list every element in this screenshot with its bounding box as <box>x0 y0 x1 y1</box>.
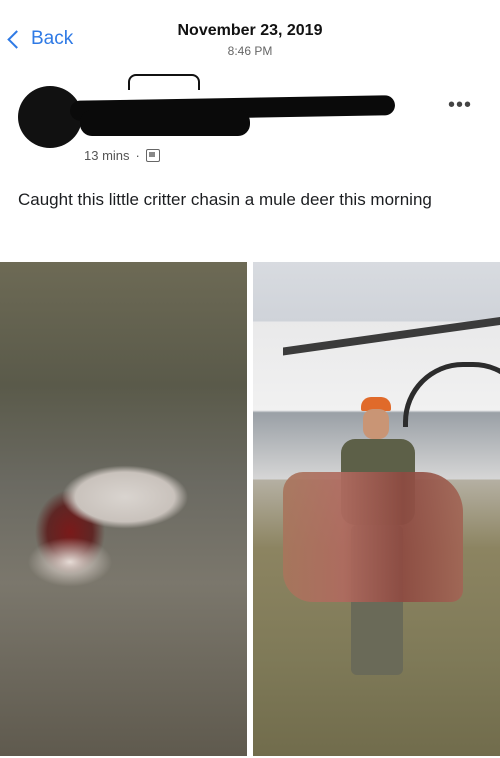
post-caption: Caught this little critter chasin a mule… <box>18 190 432 209</box>
more-options-icon[interactable]: ••• <box>448 94 472 117</box>
redaction-scribble <box>128 74 200 90</box>
privacy-icon[interactable] <box>145 149 160 162</box>
photo-right[interactable] <box>253 262 500 756</box>
author-name-redacted-extra <box>80 110 250 136</box>
screenshot-time: 8:46 PM <box>227 44 273 58</box>
post-timestamp[interactable]: 13 mins <box>84 148 130 163</box>
top-bar: Back November 23, 2019 8:46 PM <box>0 0 500 62</box>
rv-stripe <box>283 316 500 356</box>
face <box>363 409 389 439</box>
animal-pelt <box>283 472 463 602</box>
post-meta: 13 mins · <box>84 148 160 163</box>
photo-left[interactable] <box>0 262 247 756</box>
post-header: ••• 13 mins · <box>0 70 500 180</box>
meta-separator: · <box>135 148 140 163</box>
screenshot-date: November 23, 2019 <box>177 22 323 39</box>
